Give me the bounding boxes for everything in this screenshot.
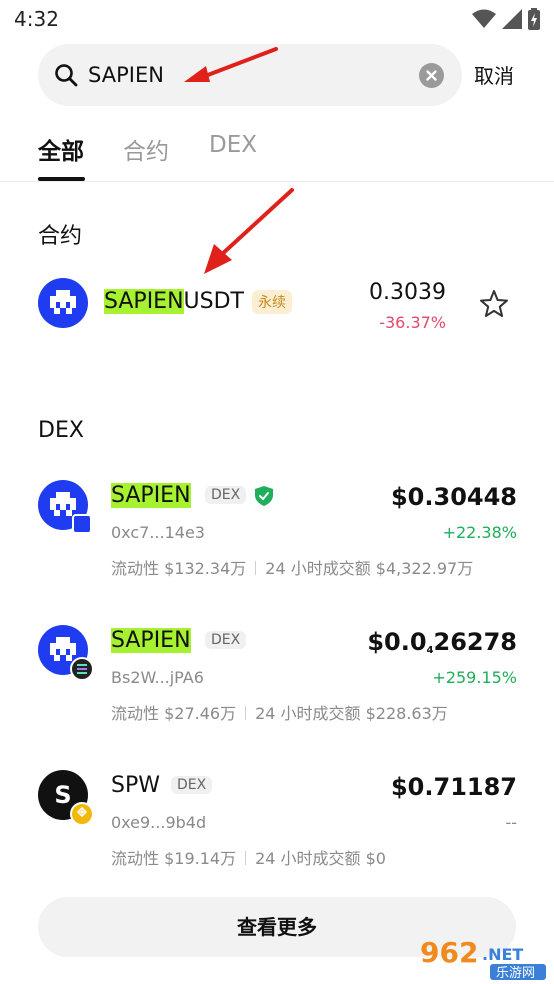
liquidity: 流动性 $19.14万 [111,849,237,868]
verified-shield-icon [255,486,273,506]
dex-badge: DEX [205,486,247,504]
divider [245,851,247,865]
status-time: 4:32 [14,7,59,31]
watermark-suffix: .NET [482,945,523,964]
token-avatar [38,625,94,681]
token-avatar [38,278,88,328]
battery-icon [528,8,540,30]
search-icon [55,64,78,87]
token-meta: 流动性 $132.34万 24 小时成交额 $4,322.97万 [111,555,473,579]
watermark-sub: 乐游网 [496,966,535,980]
price-prefix: $0.0 [367,628,427,656]
token-price: $0.71187 [390,773,517,801]
token-name: SAPIENUSDT [104,289,244,314]
tab-dex[interactable]: DEX [209,132,257,158]
liquidity: 流动性 $27.46万 [111,704,237,723]
token-address: 0xc7...14e3 [111,523,205,542]
volume-24h: 24 小时成交额 $0 [255,849,386,868]
dex-badge: DEX [205,631,247,649]
token-name: SAPIEN [111,628,191,653]
token-avatar [38,480,92,534]
volume-24h: 24 小时成交额 $228.63万 [255,704,448,723]
liquidity: 流动性 $132.34万 [111,559,247,578]
signal-icon [502,9,522,29]
search-highlight: SAPIEN [104,289,184,314]
status-icons [472,8,540,30]
annotation-arrow [204,188,294,274]
watermark-logo-icon: 962 .NET 乐游网 [420,936,546,981]
token-address: Bs2W...jPA6 [111,668,204,687]
star-icon[interactable] [478,288,510,320]
token-name-rest: USDT [183,289,244,314]
search-box[interactable] [38,44,462,106]
price-change: -- [505,813,517,832]
token-name: SPW [111,773,160,798]
chain-badge-icon [72,514,92,534]
price-change: +22.38% [442,523,517,542]
token-avatar: S [38,770,94,826]
cancel-button[interactable]: 取消 [474,60,514,89]
token-name: SAPIEN [111,483,191,508]
section-title-dex: DEX [38,418,84,443]
search-input[interactable] [88,58,408,92]
clear-icon[interactable] [419,63,444,88]
status-bar: 4:32 [0,0,554,38]
tab-bar: 全部 合约 DEX [0,128,554,182]
token-price: $0.30448 [390,483,517,511]
watermark-main: 962 [420,936,478,969]
token-price: $0.0426278 [367,628,517,656]
tab-contracts[interactable]: 合约 [123,132,169,166]
sapien-logo-icon [50,290,76,314]
divider [245,706,247,720]
solana-chain-icon [70,657,94,681]
section-title-contracts: 合约 [38,224,83,249]
watermark-logo: 962 .NET 乐游网 [416,932,548,981]
bnb-chain-icon [70,802,94,826]
tab-active-indicator [38,177,85,181]
token-address: 0xe9...9b4d [111,813,207,832]
token-price: 0.3039 [369,280,446,305]
price-change: +259.15% [432,668,517,687]
price-change: -36.37% [379,313,446,332]
search-highlight: SAPIEN [111,628,191,653]
volume-24h: 24 小时成交额 $4,322.97万 [265,559,474,578]
wifi-icon [472,9,496,28]
dex-badge: DEX [171,776,213,794]
token-meta: 流动性 $27.46万 24 小时成交额 $228.63万 [111,700,448,724]
token-meta: 流动性 $19.14万 24 小时成交额 $0 [111,845,386,869]
price-zero-count: 4 [426,645,434,656]
perpetual-badge: 永续 [252,290,292,314]
tab-all[interactable]: 全部 [38,132,84,166]
divider [255,561,257,575]
price-suffix: 26278 [433,628,518,656]
search-highlight: SAPIEN [111,483,191,508]
